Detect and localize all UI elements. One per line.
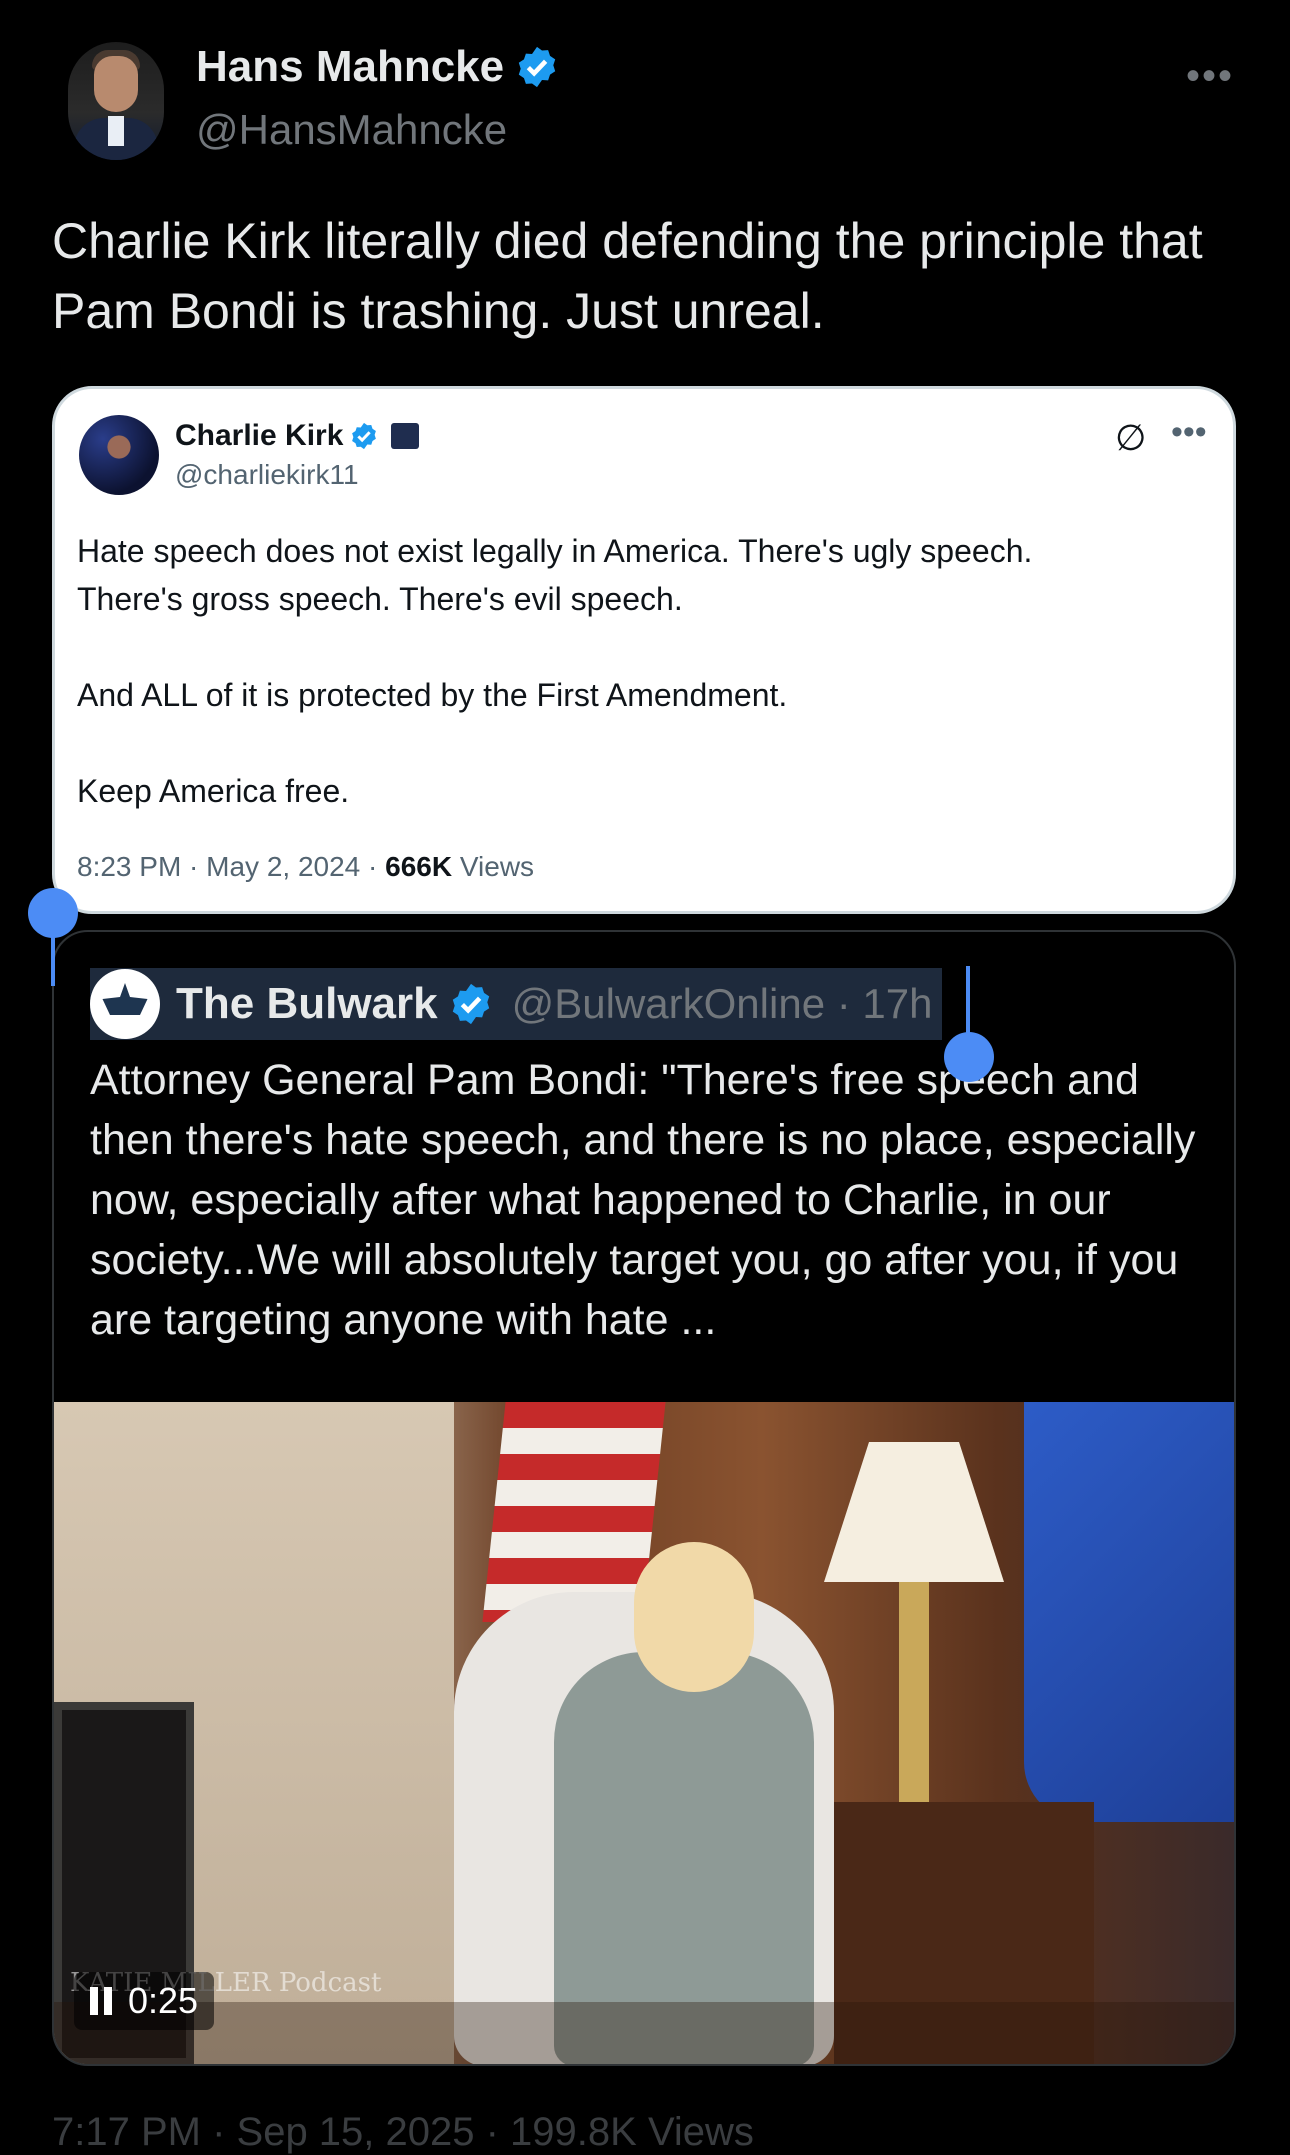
- card-time: 8:23 PM · May 2, 2024 ·: [77, 851, 386, 882]
- card-line: Keep America free.: [77, 773, 350, 809]
- author-name-row[interactable]: Hans Mahncke: [196, 42, 560, 92]
- card-line: There's gross speech. There's evil speec…: [77, 581, 683, 617]
- card-line: Hate speech does not exist legally in Am…: [77, 533, 1033, 569]
- quoted-verified-badge-icon: [452, 983, 489, 1025]
- card-verified-badge-icon: [352, 422, 377, 450]
- card-body: Hate speech does not exist legally in Am…: [77, 527, 1197, 815]
- quoted-header[interactable]: The Bulwark @BulwarkOnline · 17h: [90, 968, 943, 1040]
- embedded-tweet-image[interactable]: Charlie Kirk @charliekirk11 ∅ ••• Hate s…: [52, 386, 1236, 914]
- pause-icon[interactable]: [90, 1987, 112, 2015]
- video-player[interactable]: KATIE MILLER Podcast 0:25: [54, 1402, 1234, 2064]
- author-name[interactable]: Hans Mahncke: [196, 42, 504, 92]
- card-avatar: [79, 415, 159, 495]
- card-meta: 8:23 PM · May 2, 2024 · 666K Views: [77, 851, 534, 883]
- author-handle[interactable]: @HansMahncke: [196, 106, 507, 154]
- author-avatar[interactable]: [68, 42, 164, 160]
- quoted-name: The Bulwark: [176, 979, 438, 1028]
- video-controls[interactable]: 0:25: [74, 1972, 215, 2030]
- selection-start-handle[interactable]: [28, 888, 78, 938]
- more-options-icon[interactable]: •••: [1186, 54, 1234, 99]
- card-views-count: 666K: [385, 851, 453, 882]
- tweet-timestamp: 7:17 PM · Sep 15, 2025 · 199.8K Views: [52, 2110, 754, 2154]
- card-name: Charlie Kirk: [175, 419, 344, 452]
- card-views-label: Views: [452, 851, 535, 882]
- quoted-handle: @BulwarkOnline · 17h: [511, 980, 933, 1027]
- grok-icon: ∅: [1115, 417, 1147, 458]
- card-name-row: Charlie Kirk: [175, 419, 420, 453]
- card-line: And ALL of it is protected by the First …: [77, 677, 788, 713]
- quoted-avatar: [90, 969, 160, 1039]
- affiliate-badge-icon: [391, 423, 420, 449]
- verified-badge-icon: [518, 46, 556, 88]
- quoted-tweet[interactable]: The Bulwark @BulwarkOnline · 17h Attorne…: [52, 930, 1236, 2066]
- quoted-text: Attorney General Pam Bondi: "There's fre…: [90, 1056, 1196, 1344]
- card-more-icon: •••: [1171, 413, 1207, 451]
- card-handle: @charliekirk11: [175, 459, 359, 490]
- video-time: 0:25: [128, 1980, 199, 2021]
- tweet-text: Charlie Kirk literally died defending th…: [52, 213, 1203, 339]
- selection-end-handle[interactable]: [944, 1032, 994, 1082]
